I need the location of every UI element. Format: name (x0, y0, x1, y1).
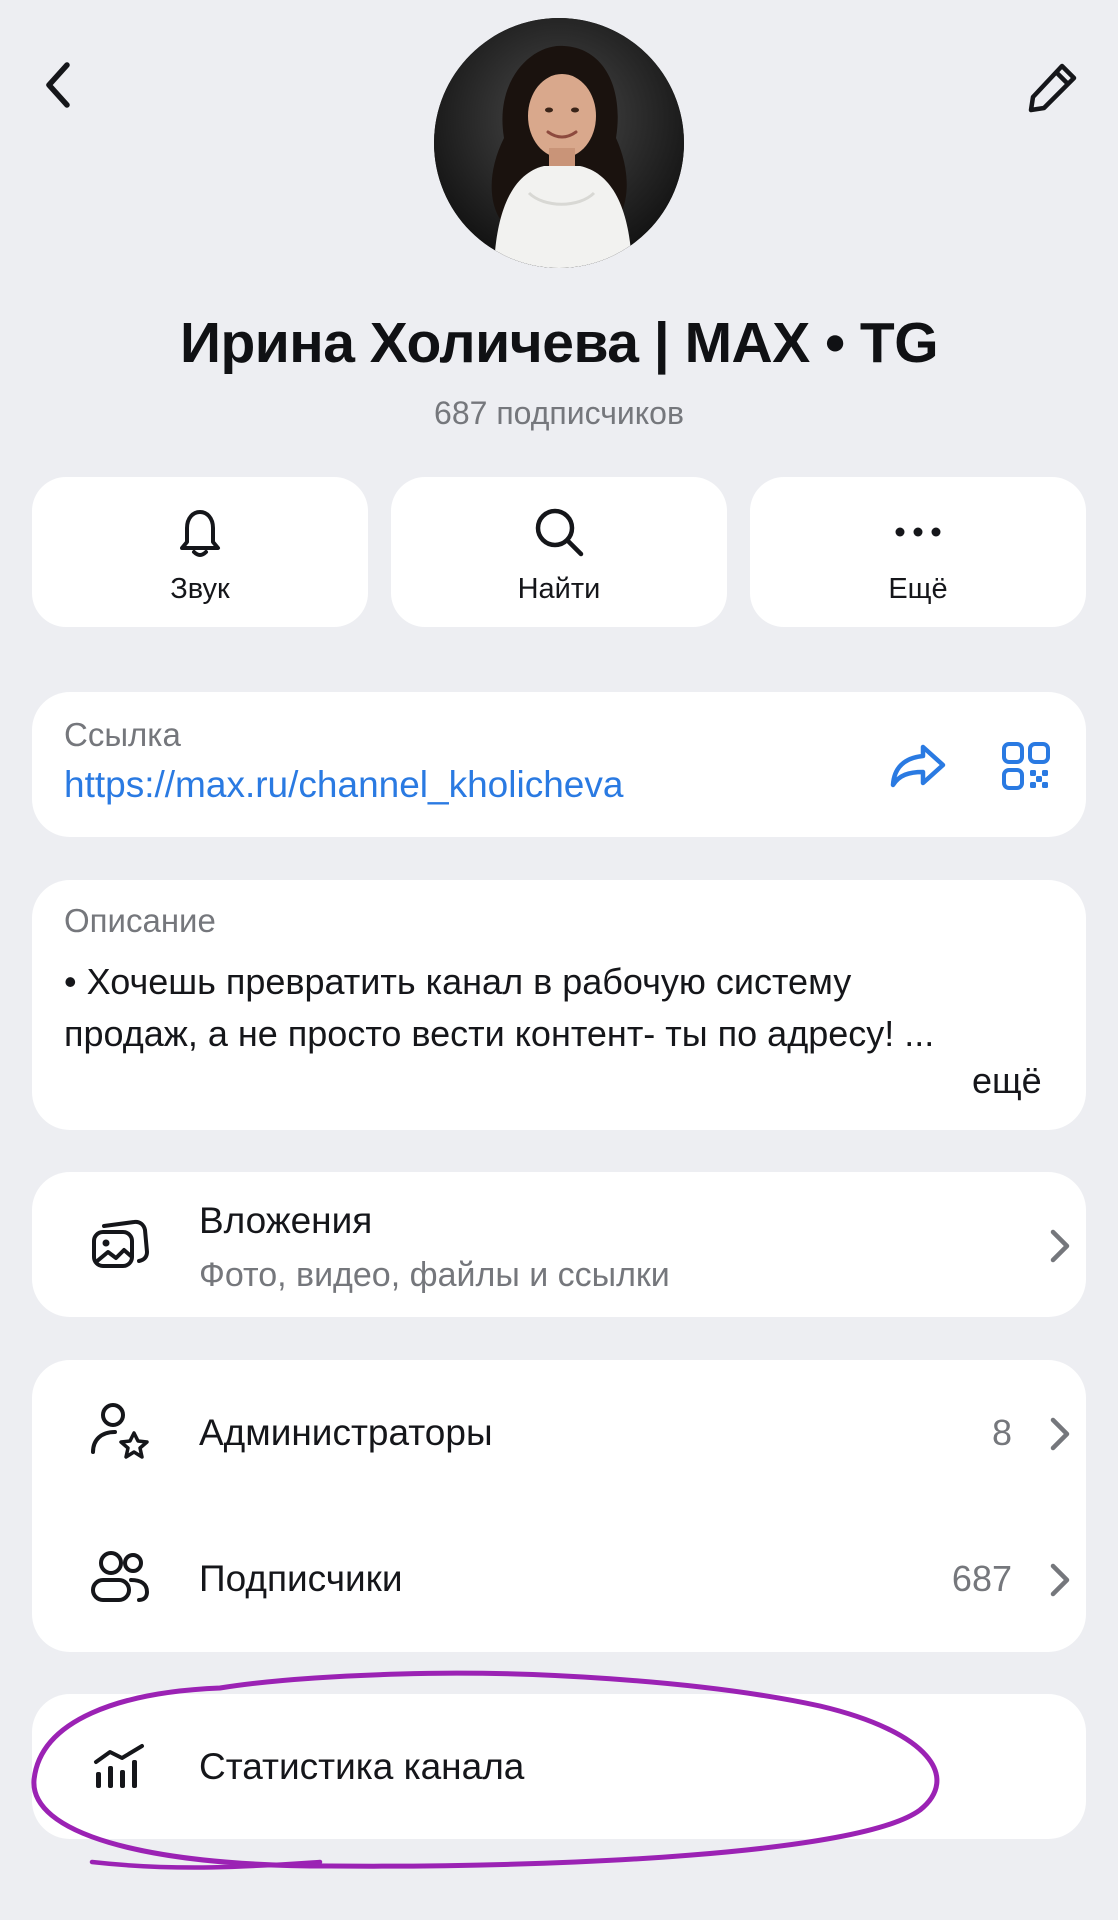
share-button[interactable] (886, 734, 950, 798)
more-icon (895, 527, 941, 536)
sound-button[interactable]: Звук (32, 477, 368, 627)
back-button[interactable] (28, 50, 88, 120)
search-button[interactable]: Найти (391, 477, 727, 627)
subscribers-row-count: 687 (951, 1558, 1012, 1599)
bar-chart-icon (80, 1726, 160, 1806)
link-label: Ссылка (64, 716, 181, 753)
chevron-right-icon (1042, 1560, 1078, 1600)
attachments-title: Вложения (199, 1200, 373, 1241)
subscribers-label: Подписчики (199, 1558, 403, 1599)
share-icon (890, 744, 946, 788)
gallery-icon (80, 1204, 160, 1284)
admins-row[interactable]: Администраторы 8 (32, 1360, 1086, 1506)
attachments-subtitle: Фото, видео, файлы и ссылки (199, 1256, 670, 1294)
chevron-left-icon (46, 62, 70, 108)
subscribers-count: 687 подписчиков (434, 395, 684, 431)
subscribers-row[interactable]: Подписчики 687 (32, 1506, 1086, 1652)
admins-count: 8 (991, 1412, 1012, 1453)
qr-code-button[interactable] (994, 734, 1058, 798)
avatar-photo (434, 18, 684, 268)
page-title: Ирина Холичева | MAX • TG (179, 311, 939, 375)
qr-code-icon (1002, 742, 1050, 790)
chevron-right-icon (1042, 1226, 1078, 1266)
search-icon (535, 508, 584, 556)
members-card: Администраторы 8 Подписчики 687 (32, 1360, 1086, 1652)
channel-link[interactable]: https://max.ru/channel_kholicheva (64, 764, 623, 806)
avatar[interactable] (434, 18, 684, 268)
link-card: Ссылка https://max.ru/channel_kholicheva (32, 692, 1086, 837)
chevron-right-icon (1042, 1414, 1078, 1454)
attachments-row[interactable]: Вложения Фото, видео, файлы и ссылки (32, 1172, 1086, 1317)
admin-star-icon (80, 1390, 160, 1470)
more-button[interactable]: Ещё (750, 477, 1086, 627)
search-label: Найти (517, 572, 601, 605)
channel-stats-label: Статистика канала (199, 1746, 525, 1787)
people-icon (80, 1536, 160, 1616)
more-label: Ещё (888, 572, 948, 605)
description-label: Описание (64, 902, 216, 939)
bell-icon (180, 509, 220, 557)
pencil-icon (1028, 63, 1077, 113)
description-text: • Хочешь превратить канал в рабочую сист… (64, 961, 935, 1054)
description-more-link[interactable]: ещё (972, 1060, 1042, 1102)
description-card: Описание • Хочешь превратить канал в раб… (32, 880, 1086, 1130)
edit-button[interactable] (1016, 50, 1090, 124)
admins-label: Администраторы (199, 1412, 493, 1453)
channel-stats-row[interactable]: Статистика канала (32, 1694, 1086, 1839)
sound-label: Звук (170, 572, 230, 605)
